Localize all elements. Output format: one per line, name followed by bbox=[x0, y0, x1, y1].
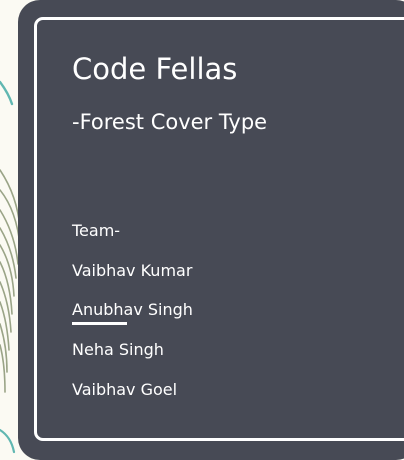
team-member-1: Vaibhav Kumar bbox=[72, 261, 193, 280]
team-member-3: Neha Singh bbox=[72, 340, 164, 359]
team-member-4: Vaibhav Goel bbox=[72, 380, 178, 399]
presentation-subtitle: -Forest Cover Type bbox=[72, 110, 268, 134]
team-member-2: Anubhav Singh bbox=[72, 300, 193, 319]
presentation-title: Code Fellas bbox=[72, 52, 238, 86]
team-heading: Team- bbox=[72, 221, 121, 240]
slide-canvas: Code Fellas -Forest Cover Type Team- Vai… bbox=[0, 0, 404, 460]
decorative-underline bbox=[72, 322, 127, 325]
